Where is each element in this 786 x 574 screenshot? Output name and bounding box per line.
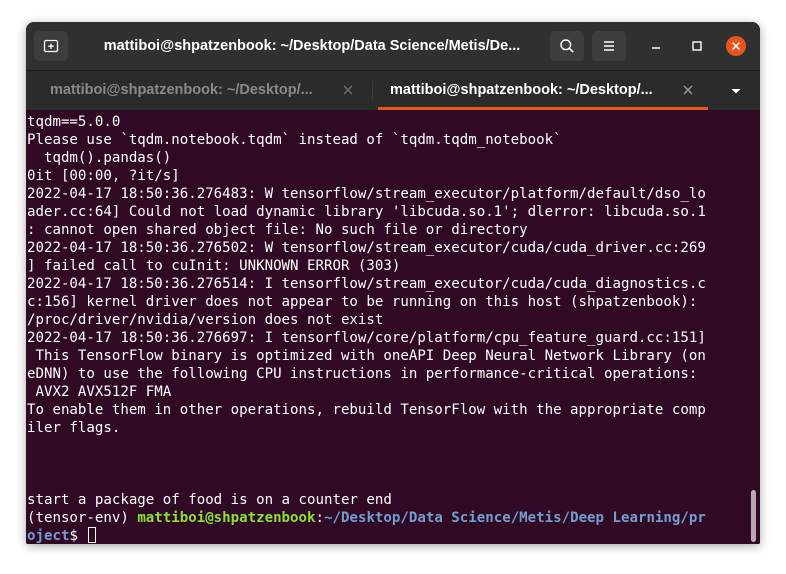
terminal-line: 2022-04-17 18:50:36.276502: W tensorflow… — [27, 240, 706, 256]
terminal-line: Please use `tqdm.notebook.tqdm` instead … — [27, 132, 562, 148]
terminal-line: start a package of food is on a counter … — [27, 492, 392, 508]
tab-label: mattiboi@shpatzenbook: ~/Desktop/... — [390, 82, 653, 98]
search-button[interactable] — [550, 31, 584, 61]
terminal-line: eDNN) to use the following CPU instructi… — [27, 366, 698, 382]
close-button[interactable] — [726, 36, 746, 56]
close-icon — [731, 41, 741, 51]
terminal-line: AVX2 AVX512F FMA — [27, 384, 172, 400]
tab-bar: mattiboi@shpatzenbook: ~/Desktop/... mat… — [26, 70, 760, 110]
terminal-line: /proc/driver/nvidia/version does not exi… — [27, 312, 384, 328]
terminal-line: ] failed call to cuInit: UNKNOWN ERROR (… — [27, 258, 401, 274]
terminal-line: c:156] kernel driver does not appear to … — [27, 294, 698, 310]
tab-inactive[interactable]: mattiboi@shpatzenbook: ~/Desktop/... — [38, 71, 368, 110]
prompt-line: oject$ — [27, 527, 751, 544]
window-title: mattiboi@shpatzenbook: ~/Desktop/Data Sc… — [103, 38, 521, 54]
text-cursor — [88, 527, 97, 543]
prompt-user-host: mattiboi@shpatzenbook — [137, 510, 316, 526]
prompt-path: ~/Desktop/Data Science/Metis/Deep Learni… — [324, 510, 706, 526]
prompt-line: (tensor-env) mattiboi@shpatzenbook:~/Des… — [27, 509, 751, 527]
terminal-line: tqdm().pandas() — [27, 150, 172, 166]
terminal-line: 2022-04-17 18:50:36.276483: W tensorflow… — [27, 186, 706, 202]
terminal-line: tqdm==5.0.0 — [27, 114, 121, 130]
terminal-line: ader.cc:64] Could not load dynamic libra… — [27, 204, 706, 220]
tab-close-icon[interactable] — [342, 84, 354, 96]
prompt-path-cont: oject — [27, 528, 70, 544]
new-tab-button[interactable] — [34, 31, 68, 61]
tab-close-icon[interactable] — [682, 84, 694, 96]
hamburger-menu-icon — [604, 41, 614, 51]
maximize-button[interactable] — [687, 36, 707, 56]
tab-separator — [372, 81, 373, 101]
tab-label: mattiboi@shpatzenbook: ~/Desktop/... — [50, 82, 313, 98]
prompt-env: (tensor-env) — [27, 510, 138, 526]
minimize-button[interactable] — [646, 36, 666, 56]
terminal-line: 0it [00:00, ?it/s] — [27, 168, 180, 184]
chevron-down-icon[interactable] — [728, 83, 744, 99]
tab-active[interactable]: mattiboi@shpatzenbook: ~/Desktop/... — [378, 71, 708, 110]
terminal-output[interactable]: tqdm==5.0.0 Please use `tqdm.notebook.tq… — [26, 110, 760, 544]
terminal-line: 2022-04-17 18:50:36.276697: I tensorflow… — [27, 330, 706, 346]
terminal-line: : cannot open shared object file: No suc… — [27, 222, 528, 238]
scrollbar[interactable] — [751, 490, 756, 542]
terminal-line: 2022-04-17 18:50:36.276514: I tensorflow… — [27, 276, 706, 292]
terminal-line: iler flags. — [27, 420, 121, 436]
terminal-lines: tqdm==5.0.0 Please use `tqdm.notebook.tq… — [27, 113, 751, 544]
search-icon — [560, 39, 574, 53]
menu-button[interactable] — [592, 31, 626, 61]
new-tab-icon — [43, 39, 59, 53]
minimize-icon — [652, 47, 660, 49]
terminal-window: mattiboi@shpatzenbook: ~/Desktop/Data Sc… — [26, 22, 760, 544]
maximize-icon — [692, 41, 702, 51]
prompt-symbol: $ — [69, 528, 87, 544]
title-bar[interactable]: mattiboi@shpatzenbook: ~/Desktop/Data Sc… — [26, 22, 760, 70]
prompt-colon: : — [315, 510, 325, 526]
terminal-line: To enable them in other operations, rebu… — [27, 402, 706, 418]
terminal-line: This TensorFlow binary is optimized with… — [27, 348, 706, 364]
